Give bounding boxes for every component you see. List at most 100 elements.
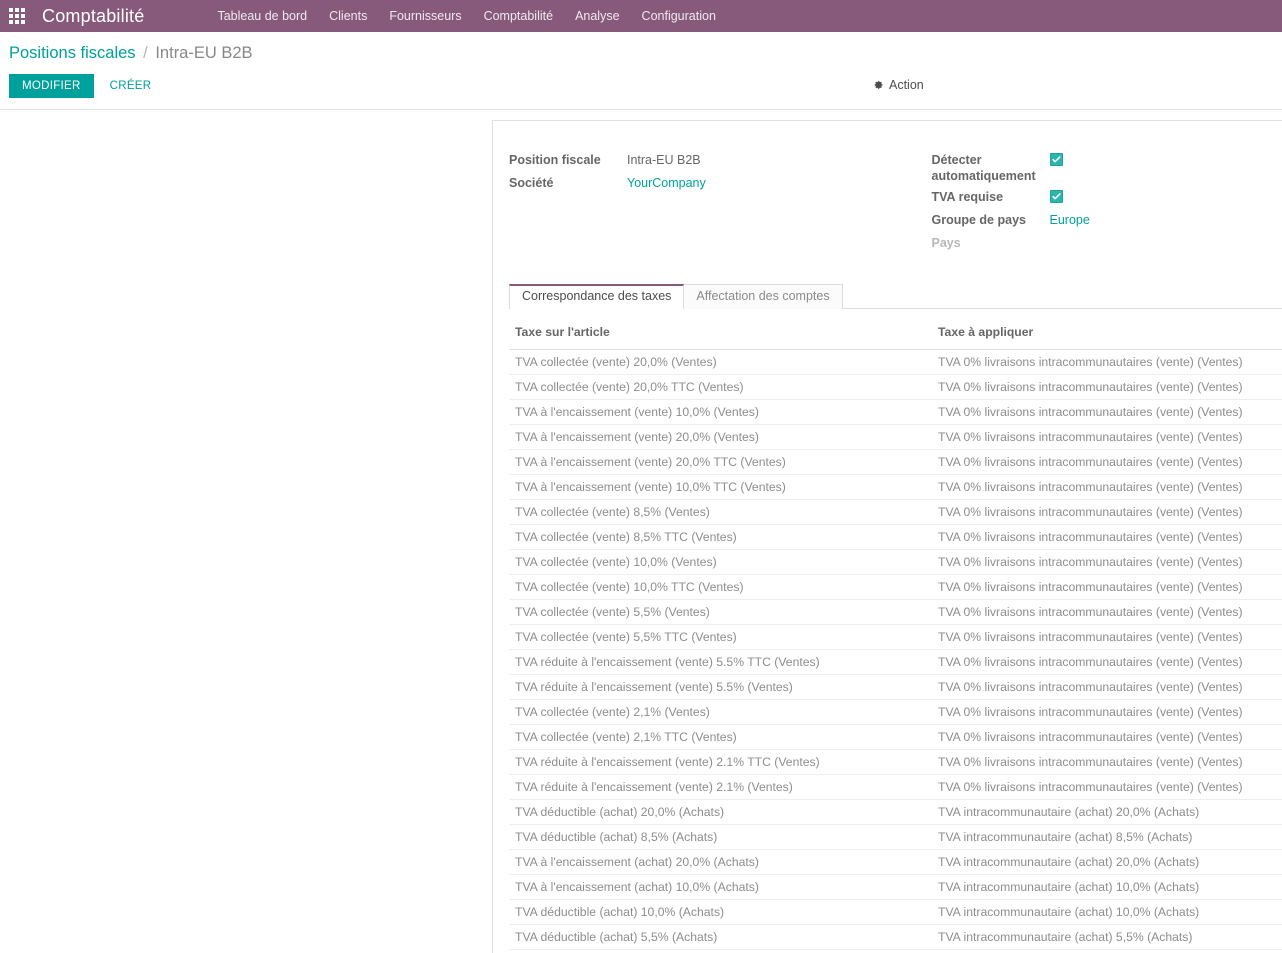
menu-item-customers[interactable]: Clients <box>318 2 378 30</box>
cell-tax-on-product[interactable]: TVA à l'encaissement (achat) 20,0% (Acha… <box>509 849 932 875</box>
cell-tax-on-product[interactable]: TVA à l'encaissement (achat) 5,5% (Achat… <box>509 949 932 953</box>
form-fields: Position fiscale Intra-EU B2B Société Yo… <box>493 151 1282 257</box>
cell-tax-to-apply[interactable]: TVA 0% livraisons intracommunautaires (v… <box>932 449 1282 475</box>
cell-tax-to-apply[interactable]: TVA 0% livraisons intracommunautaires (v… <box>932 774 1282 800</box>
breadcrumb-current: Intra-EU B2B <box>155 44 253 62</box>
cell-tax-on-product[interactable]: TVA collectée (vente) 10,0% (Ventes) <box>509 549 932 575</box>
cell-tax-to-apply[interactable]: TVA 0% livraisons intracommunautaires (v… <box>932 649 1282 675</box>
cell-tax-to-apply[interactable]: TVA 0% livraisons intracommunautaires (v… <box>932 474 1282 500</box>
cell-tax-on-product[interactable]: TVA collectée (vente) 2,1% (Ventes) <box>509 699 932 725</box>
cell-tax-to-apply[interactable]: TVA intracommunautaire (achat) 5,5% (Ach… <box>932 949 1282 953</box>
cell-tax-to-apply[interactable]: TVA 0% livraisons intracommunautaires (v… <box>932 599 1282 625</box>
menu-item-dashboard[interactable]: Tableau de bord <box>206 2 318 30</box>
menu-item-configuration[interactable]: Configuration <box>631 2 727 30</box>
table-row[interactable]: TVA réduite à l'encaissement (vente) 2.1… <box>509 749 1282 775</box>
cell-tax-on-product[interactable]: TVA collectée (vente) 8,5% (Ventes) <box>509 499 932 525</box>
cell-tax-on-product[interactable]: TVA à l'encaissement (vente) 20,0% TTC (… <box>509 449 932 475</box>
field-value-fiscal-position[interactable]: Intra-EU B2B <box>627 151 701 170</box>
cell-tax-to-apply[interactable]: TVA 0% livraisons intracommunautaires (v… <box>932 499 1282 525</box>
table-row[interactable]: TVA à l'encaissement (vente) 20,0% (Vent… <box>509 424 1282 450</box>
cell-tax-on-product[interactable]: TVA déductible (achat) 8,5% (Achats) <box>509 824 932 850</box>
table-row[interactable]: TVA collectée (vente) 20,0% (Ventes) TVA … <box>509 349 1282 375</box>
cell-tax-on-product[interactable]: TVA réduite à l'encaissement (vente) 5.5… <box>509 649 932 675</box>
cell-tax-to-apply[interactable]: TVA intracommunautaire (achat) 8,5% (Ach… <box>932 824 1282 850</box>
table-row[interactable]: TVA collectée (vente) 8,5% (Ventes) TVA 0… <box>509 499 1282 525</box>
table-row[interactable]: TVA déductible (achat) 8,5% (Achats) TVA … <box>509 824 1282 850</box>
table-row[interactable]: TVA collectée (vente) 20,0% TTC (Ventes)… <box>509 374 1282 400</box>
field-value-country-group-link[interactable]: Europe <box>1050 211 1090 230</box>
edit-button[interactable]: MODIFIER <box>9 74 94 98</box>
table-row[interactable]: TVA déductible (achat) 20,0% (Achats) TVA… <box>509 799 1282 825</box>
table-row[interactable]: TVA réduite à l'encaissement (vente) 5.5… <box>509 649 1282 675</box>
cell-tax-on-product[interactable]: TVA à l'encaissement (vente) 20,0% (Vent… <box>509 424 932 450</box>
table-row[interactable]: TVA à l'encaissement (vente) 20,0% TTC (… <box>509 449 1282 475</box>
create-button[interactable]: CRÉER <box>100 74 162 98</box>
cell-tax-to-apply[interactable]: TVA 0% livraisons intracommunautaires (v… <box>932 699 1282 725</box>
cell-tax-on-product[interactable]: TVA déductible (achat) 5,5% (Achats) <box>509 924 932 950</box>
cell-tax-to-apply[interactable]: TVA intracommunautaire (achat) 10,0% (Ac… <box>932 874 1282 900</box>
table-row[interactable]: TVA collectée (vente) 8,5% TTC (Ventes) T… <box>509 524 1282 550</box>
table-row[interactable]: TVA à l'encaissement (achat) 10,0% (Acha… <box>509 874 1282 900</box>
field-value-company-link[interactable]: YourCompany <box>627 174 706 193</box>
cell-tax-on-product[interactable]: TVA collectée (vente) 2,1% TTC (Ventes) <box>509 724 932 750</box>
table-row[interactable]: TVA collectée (vente) 10,0% (Ventes) TVA … <box>509 549 1282 575</box>
cell-tax-on-product[interactable]: TVA collectée (vente) 10,0% TTC (Ventes) <box>509 574 932 600</box>
action-menu-button[interactable]: Action <box>872 78 924 92</box>
table-row[interactable]: TVA collectée (vente) 10,0% TTC (Ventes)… <box>509 574 1282 600</box>
cell-tax-to-apply[interactable]: TVA 0% livraisons intracommunautaires (v… <box>932 549 1282 575</box>
menu-item-vendors[interactable]: Fournisseurs <box>378 2 472 30</box>
table-row[interactable]: TVA collectée (vente) 2,1% TTC (Ventes) T… <box>509 724 1282 750</box>
cell-tax-on-product[interactable]: TVA à l'encaissement (vente) 10,0% (Vent… <box>509 399 932 425</box>
tab-account-mapping[interactable]: Affectation des comptes <box>683 284 843 309</box>
menu-item-accounting[interactable]: Comptabilité <box>473 2 564 30</box>
cell-tax-on-product[interactable]: TVA collectée (vente) 5,5% (Ventes) <box>509 599 932 625</box>
cell-tax-to-apply[interactable]: TVA intracommunautaire (achat) 5,5% (Ach… <box>932 924 1282 950</box>
table-row[interactable]: TVA collectée (vente) 5,5% TTC (Ventes) T… <box>509 624 1282 650</box>
column-header-tax-to-apply[interactable]: Taxe à appliquer <box>932 309 1282 350</box>
cell-tax-to-apply[interactable]: TVA intracommunautaire (achat) 20,0% (Ac… <box>932 849 1282 875</box>
cell-tax-to-apply[interactable]: TVA intracommunautaire (achat) 20,0% (Ac… <box>932 799 1282 825</box>
table-row[interactable]: TVA à l'encaissement (achat) 5,5% (Achat… <box>509 949 1282 953</box>
table-row[interactable]: TVA à l'encaissement (achat) 20,0% (Acha… <box>509 849 1282 875</box>
field-vat-required: TVA requise <box>932 188 1273 207</box>
cell-tax-to-apply[interactable]: TVA 0% livraisons intracommunautaires (v… <box>932 374 1282 400</box>
cell-tax-on-product[interactable]: TVA collectée (vente) 8,5% TTC (Ventes) <box>509 524 932 550</box>
menu-item-reporting[interactable]: Analyse <box>564 2 630 30</box>
cell-tax-on-product[interactable]: TVA collectée (vente) 5,5% TTC (Ventes) <box>509 624 932 650</box>
cell-tax-on-product[interactable]: TVA réduite à l'encaissement (vente) 2.1… <box>509 749 932 775</box>
cell-tax-on-product[interactable]: TVA déductible (achat) 10,0% (Achats) <box>509 899 932 925</box>
table-row[interactable]: TVA à l'encaissement (vente) 10,0% (Vent… <box>509 399 1282 425</box>
cell-tax-to-apply[interactable]: TVA 0% livraisons intracommunautaires (v… <box>932 674 1282 700</box>
cell-tax-on-product[interactable]: TVA à l'encaissement (vente) 10,0% TTC (… <box>509 474 932 500</box>
table-row[interactable]: TVA collectée (vente) 5,5% (Ventes) TVA 0… <box>509 599 1282 625</box>
cell-tax-to-apply[interactable]: TVA intracommunautaire (achat) 10,0% (Ac… <box>932 899 1282 925</box>
cell-tax-to-apply[interactable]: TVA 0% livraisons intracommunautaires (v… <box>932 624 1282 650</box>
cell-tax-on-product[interactable]: TVA collectée (vente) 20,0% (Ventes) <box>509 349 932 375</box>
table-row[interactable]: TVA à l'encaissement (vente) 10,0% TTC (… <box>509 474 1282 500</box>
cell-tax-to-apply[interactable]: TVA 0% livraisons intracommunautaires (v… <box>932 424 1282 450</box>
cell-tax-on-product[interactable]: TVA réduite à l'encaissement (vente) 5.5… <box>509 674 932 700</box>
cell-tax-on-product[interactable]: TVA à l'encaissement (achat) 10,0% (Acha… <box>509 874 932 900</box>
record-sheet: Position fiscale Intra-EU B2B Société Yo… <box>492 120 1282 953</box>
column-header-tax-on-product[interactable]: Taxe sur l'article <box>509 309 932 350</box>
table-row[interactable]: TVA déductible (achat) 5,5% (Achats) TVA … <box>509 924 1282 950</box>
apps-grid-icon[interactable] <box>0 0 34 32</box>
table-row[interactable]: TVA collectée (vente) 2,1% (Ventes) TVA 0… <box>509 699 1282 725</box>
breadcrumb-root-link[interactable]: Positions fiscales <box>9 44 136 62</box>
table-row[interactable]: TVA déductible (achat) 10,0% (Achats) TVA… <box>509 899 1282 925</box>
cell-tax-to-apply[interactable]: TVA 0% livraisons intracommunautaires (v… <box>932 399 1282 425</box>
cell-tax-to-apply[interactable]: TVA 0% livraisons intracommunautaires (v… <box>932 749 1282 775</box>
table-row[interactable]: TVA réduite à l'encaissement (vente) 2.1… <box>509 774 1282 800</box>
checkbox-vat-required[interactable] <box>1049 190 1063 203</box>
cell-tax-on-product[interactable]: TVA collectée (vente) 20,0% TTC (Ventes) <box>509 374 932 400</box>
cell-tax-to-apply[interactable]: TVA 0% livraisons intracommunautaires (v… <box>932 574 1282 600</box>
cell-tax-to-apply[interactable]: TVA 0% livraisons intracommunautaires (v… <box>932 524 1282 550</box>
cell-tax-on-product[interactable]: TVA déductible (achat) 20,0% (Achats) <box>509 799 932 825</box>
table-row[interactable]: TVA réduite à l'encaissement (vente) 5.5… <box>509 674 1282 700</box>
checkbox-auto-detect[interactable] <box>1049 153 1063 166</box>
app-brand-title: Comptabilité <box>42 5 145 26</box>
tab-tax-mapping[interactable]: Correspondance des taxes <box>509 284 685 309</box>
cell-tax-on-product[interactable]: TVA réduite à l'encaissement (vente) 2.1… <box>509 774 932 800</box>
cell-tax-to-apply[interactable]: TVA 0% livraisons intracommunautaires (v… <box>932 724 1282 750</box>
cell-tax-to-apply[interactable]: TVA 0% livraisons intracommunautaires (v… <box>932 349 1282 375</box>
